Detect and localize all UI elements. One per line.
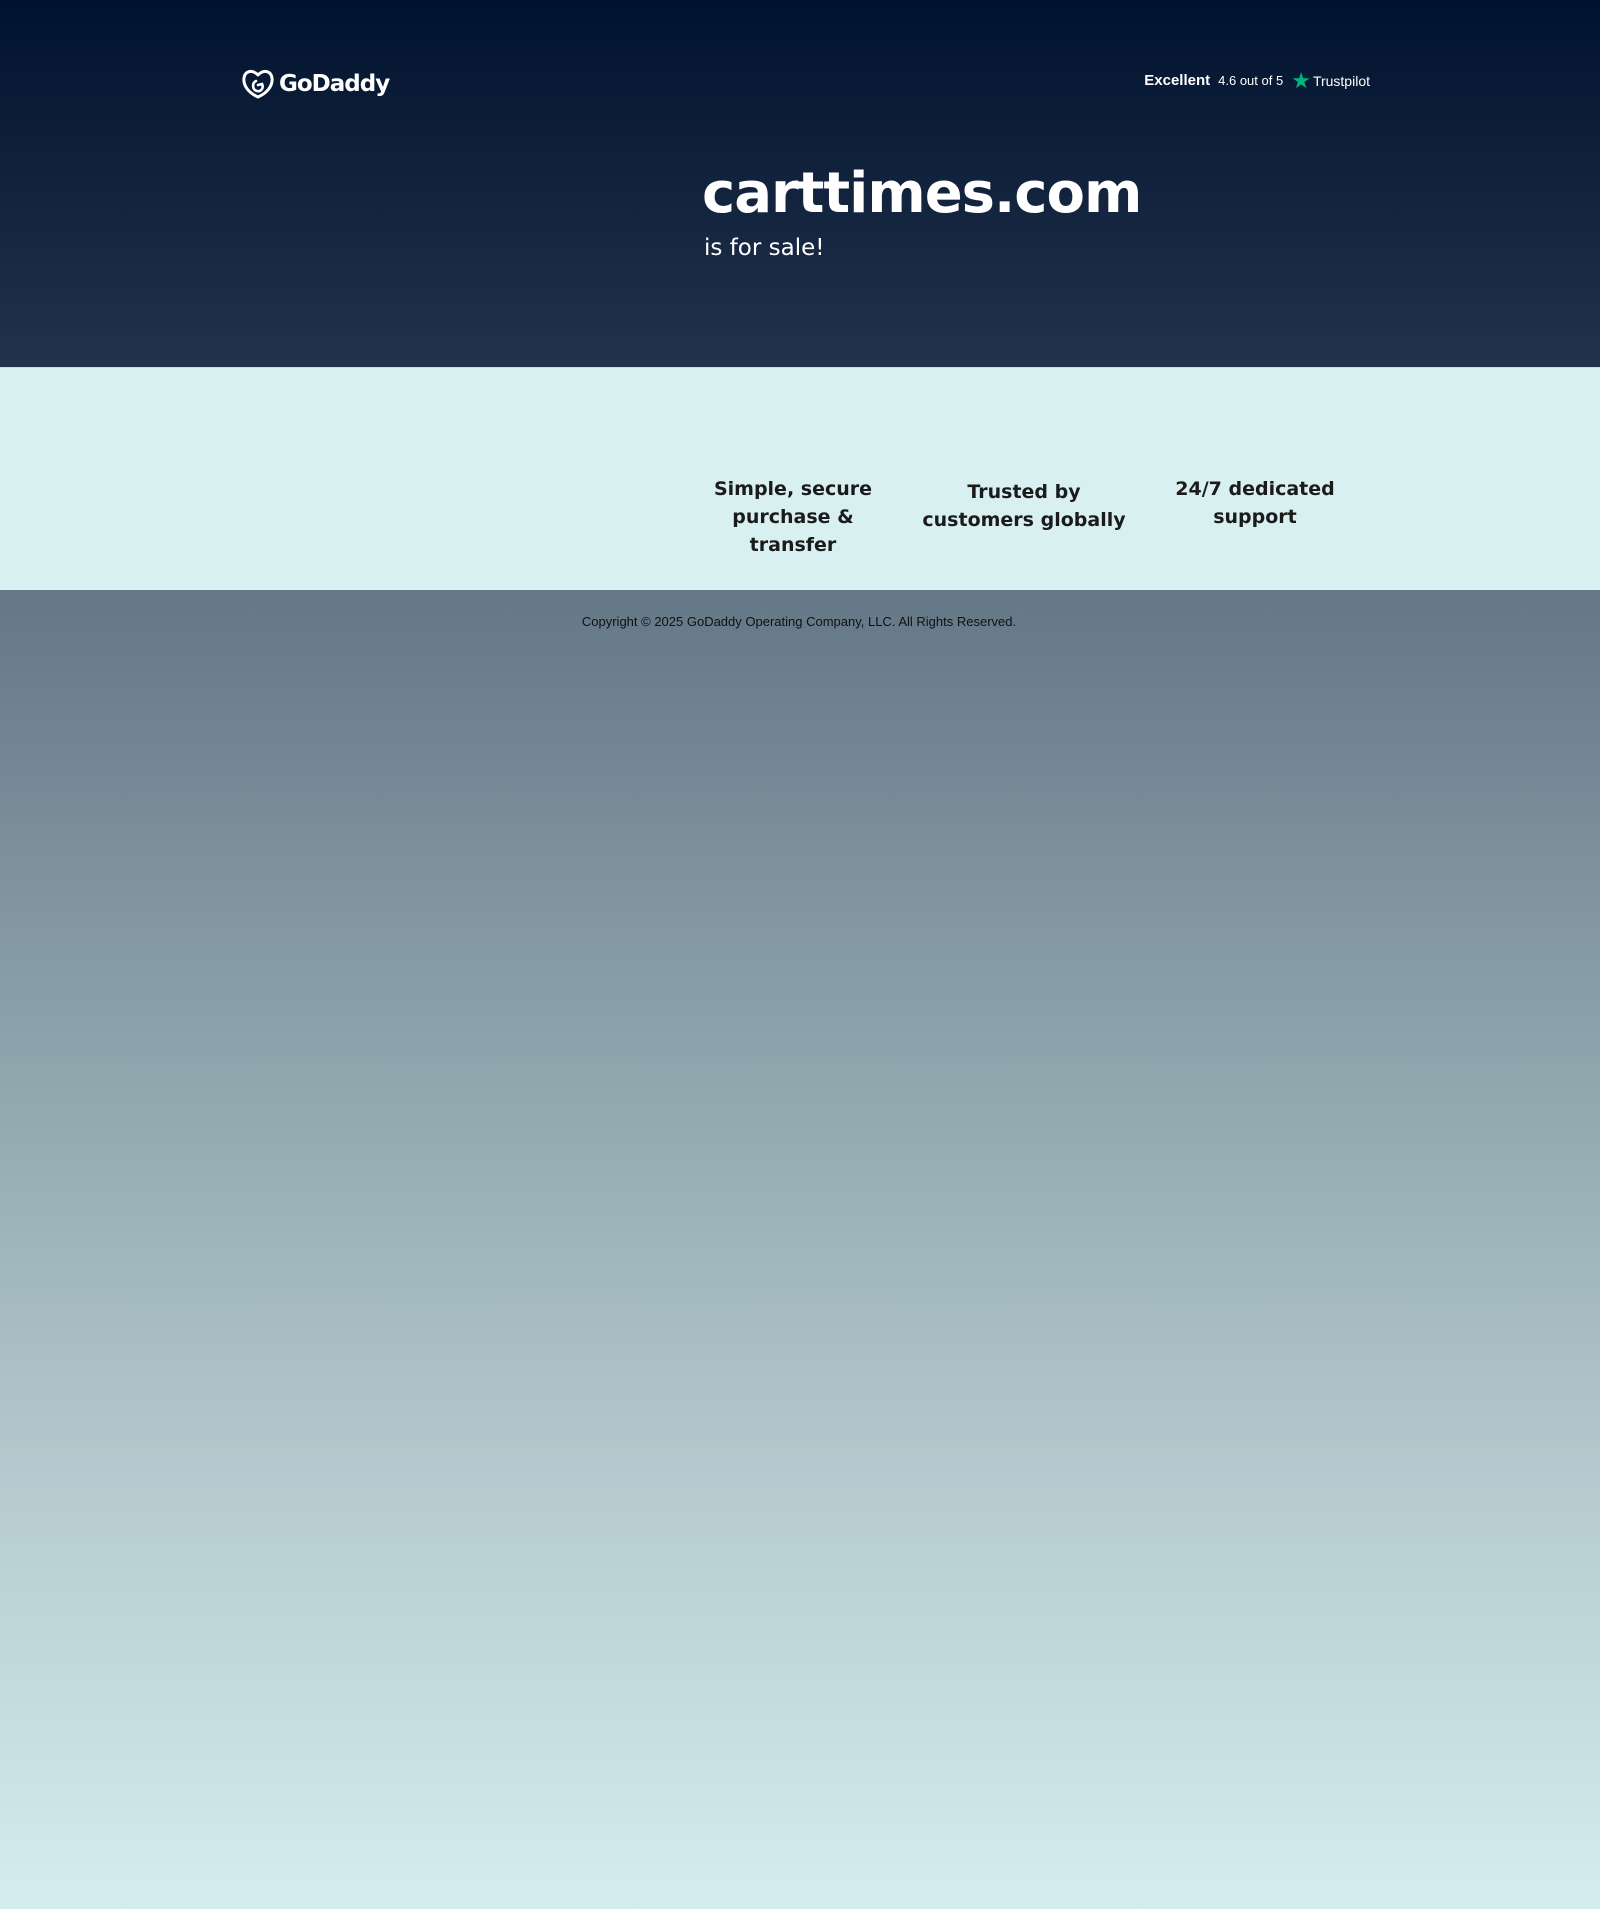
trustpilot-rating[interactable]: Excellent 4.6 out of 5 ★ Trustpilot: [1144, 67, 1370, 93]
feature-trusted-globally: Trusted by customers globally: [922, 481, 1126, 531]
copyright-footer: Copyright © 2025 GoDaddy Operating Compa…: [0, 614, 1600, 629]
logo-text: GoDaddy: [279, 71, 390, 97]
trustpilot-score: 4.6 out of 5: [1218, 73, 1284, 88]
for-sale-subtitle: is for sale!: [704, 235, 825, 261]
godaddy-logo[interactable]: GoDaddy: [241, 68, 390, 100]
hero-section: GoDaddy Excellent 4.6 out of 5 ★ Trustpi…: [0, 0, 1600, 368]
feature-secure-purchase: Simple, secure purchase & transfer: [713, 478, 873, 556]
godaddy-heart-icon: [242, 69, 274, 99]
domain-name: carttimes.com: [702, 161, 1142, 226]
features-section: Simple, secure purchase & transfer Trust…: [0, 368, 1600, 590]
feature-support: 24/7 dedicated support: [1175, 478, 1335, 528]
copyright-text: Copyright © 2025 GoDaddy Operating Compa…: [581, 614, 1017, 629]
trustpilot-rating-label: Excellent: [1144, 72, 1211, 89]
trustpilot-brand: Trustpilot: [1312, 72, 1370, 89]
trustpilot-star-icon: ★: [1291, 67, 1311, 93]
